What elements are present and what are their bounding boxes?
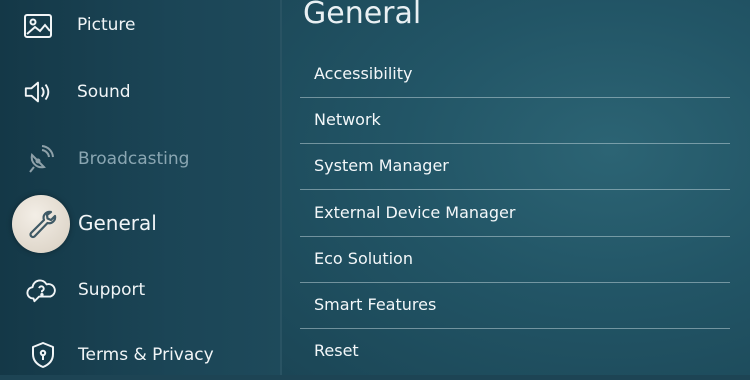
sidebar-item-label: Picture <box>77 15 136 35</box>
menu-item-network[interactable]: Network <box>300 98 750 144</box>
shield-icon <box>28 340 58 370</box>
panel-divider <box>280 0 282 375</box>
menu-item-external-device-manager[interactable]: External Device Manager <box>300 191 750 237</box>
sidebar-item-label: Support <box>78 280 146 300</box>
sidebar-item-picture[interactable]: Picture <box>0 1 282 51</box>
sidebar-item-label: Sound <box>77 82 131 102</box>
menu-item-label: External Device Manager <box>314 203 516 222</box>
row-divider <box>300 189 730 190</box>
sidebar-item-broadcasting[interactable]: Broadcasting <box>0 134 282 184</box>
menu-item-system-manager[interactable]: System Manager <box>300 144 750 190</box>
picture-icon <box>23 11 53 41</box>
menu-item-reset[interactable]: Reset <box>300 329 750 375</box>
settings-sidebar <box>0 0 282 375</box>
menu-item-label: Smart Features <box>314 295 437 314</box>
menu-item-label: Network <box>314 110 381 129</box>
sidebar-item-general[interactable]: General <box>0 199 282 249</box>
page-title: General <box>303 0 422 31</box>
satellite-icon <box>25 144 55 174</box>
wrench-icon <box>27 209 57 239</box>
speaker-icon <box>23 77 53 107</box>
menu-item-smart-features[interactable]: Smart Features <box>300 283 750 329</box>
sidebar-item-sound[interactable]: Sound <box>0 67 282 117</box>
sidebar-item-label: Terms & Privacy <box>78 345 214 365</box>
menu-item-label: System Manager <box>314 156 449 175</box>
menu-item-accessibility[interactable]: Accessibility <box>300 52 750 98</box>
menu-item-label: Reset <box>314 341 359 360</box>
menu-item-label: Eco Solution <box>314 249 413 268</box>
menu-item-label: Accessibility <box>314 64 413 83</box>
sidebar-item-label: General <box>78 211 157 235</box>
sidebar-item-support[interactable]: Support <box>0 265 282 315</box>
sidebar-item-label: Broadcasting <box>78 149 190 169</box>
menu-item-eco-solution[interactable]: Eco Solution <box>300 237 750 283</box>
cloud-question-icon <box>26 275 56 305</box>
sidebar-item-terms-privacy[interactable]: Terms & Privacy <box>0 330 282 380</box>
